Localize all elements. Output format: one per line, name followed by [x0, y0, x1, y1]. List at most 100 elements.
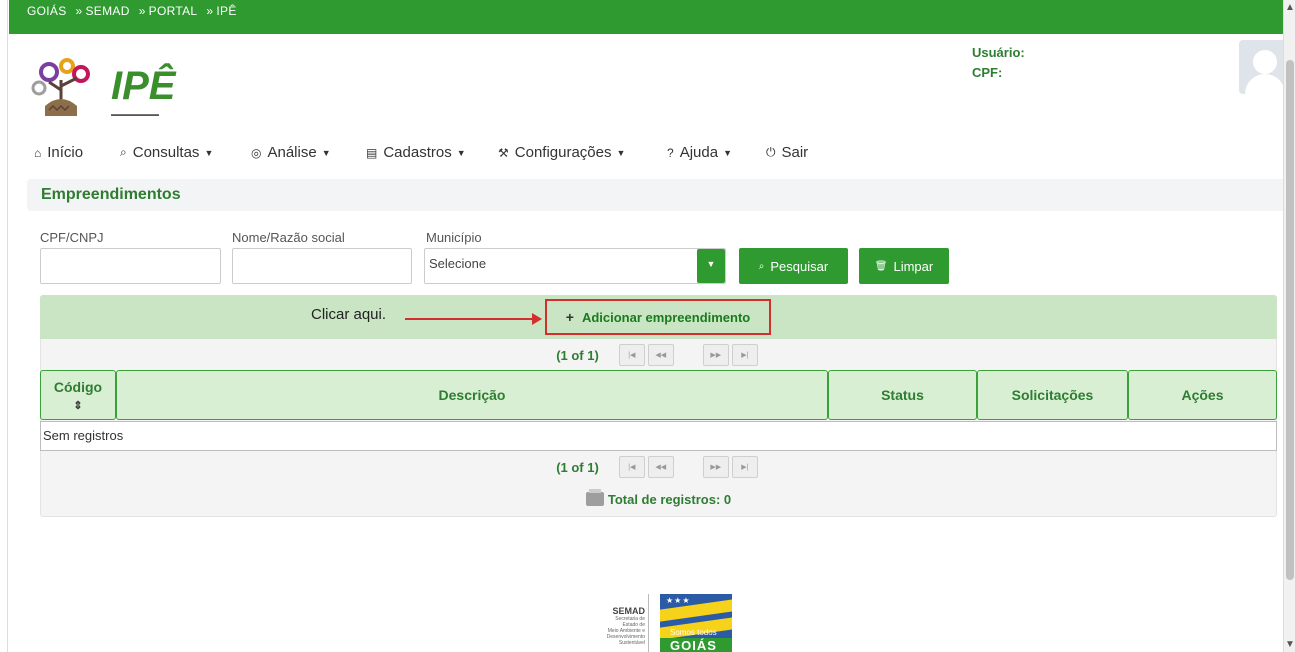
nav-item-configuracoes[interactable]: ⚒ Configurações ▼ — [498, 144, 625, 161]
column-header-label: Código — [53, 378, 103, 395]
column-header-label: Solicitações — [1011, 387, 1094, 403]
csv-export-icon[interactable] — [585, 489, 604, 506]
last-page-icon[interactable]: ▶| — [731, 344, 758, 366]
page-frame: GOIÁS» SEMAD» PORTAL» IPÊ IPÊ ▬▬▬▬▬▬▬▬ Usuá… — [0, 0, 1295, 652]
annotation-arrow-head — [532, 313, 542, 325]
main-nav: ⌂ Início ⌕ Consultas ▼ ◎ Análise ▼ ▤ Cad… — [9, 134, 1283, 174]
semad-subtitle-line: Sustentável — [618, 640, 645, 646]
goias-name: GOIÁS — [670, 638, 717, 652]
nav-label: Início — [47, 144, 84, 161]
total-records: Total de registros: 0 — [40, 484, 1277, 514]
plus-icon: + — [565, 309, 574, 325]
first-page-icon[interactable]: |◀ — [618, 344, 645, 366]
goias-logo: ★★★ Somos todos GOIÁS — [660, 594, 732, 652]
table-row-empty: Sem registros — [40, 421, 1277, 451]
nav-item-consultas[interactable]: ⌕ Consultas ▼ — [120, 144, 213, 161]
semad-logo: SEMAD Secretaria de Estado de Meio Ambie… — [575, 606, 645, 646]
vertical-scrollbar[interactable]: ▲ ▼ — [1283, 0, 1295, 652]
nome-label: Nome/Razão social — [232, 230, 345, 245]
scroll-down-icon[interactable]: ▼ — [1285, 639, 1295, 650]
column-header-label: Ações — [1181, 387, 1224, 403]
caret-down-icon: ▼ — [723, 147, 732, 158]
goias-slogan: Somos todos — [670, 628, 717, 637]
column-header-codigo[interactable]: Código ⇕ — [40, 370, 116, 420]
breadcrumb-separator: » — [138, 4, 146, 18]
pesquisar-button[interactable]: ⌕ Pesquisar — [739, 248, 848, 284]
cpf-label: CPF: — [972, 65, 1003, 80]
first-page-icon[interactable]: |◀ — [618, 456, 645, 478]
scrollbar-thumb[interactable] — [1286, 60, 1294, 580]
limpar-button[interactable]: 🗑 Limpar — [859, 248, 949, 284]
chevron-down-icon[interactable]: ▼ — [697, 249, 725, 283]
logo-subtitle: ▬▬▬▬▬▬▬▬ — [111, 112, 159, 118]
nav-item-inicio[interactable]: ⌂ Início — [34, 144, 83, 161]
nav-item-analise[interactable]: ◎ Análise ▼ — [251, 144, 331, 161]
cpf-cnpj-label: CPF/CNPJ — [40, 230, 104, 245]
column-header-label: Status — [881, 387, 924, 403]
paginator-bottom: (1 of 1) |◀ ◀◀ ▶▶ ▶| — [40, 452, 1277, 482]
nav-label: Consultas — [132, 144, 200, 161]
nav-item-sair[interactable]: ⏻ Sair — [766, 144, 808, 161]
window-edge — [0, 0, 8, 652]
paginator-top: (1 of 1) |◀ ◀◀ ▶▶ ▶| — [40, 340, 1277, 370]
caret-down-icon: ▼ — [456, 147, 466, 158]
column-header-solicitacoes: Solicitações — [977, 370, 1128, 420]
trash-icon: 🗑 — [874, 260, 888, 272]
footer-divider — [648, 594, 649, 652]
page-count: (1 of 1) — [556, 347, 599, 363]
caret-down-icon: ▼ — [321, 147, 331, 158]
prev-page-icon[interactable]: ◀◀ — [647, 456, 674, 478]
database-icon: ▤ — [366, 145, 378, 160]
breadcrumb-item-goias[interactable]: GOIÁS — [27, 4, 67, 18]
page-title-bar: Empreendimentos — [27, 179, 1285, 211]
limpar-label: Limpar — [893, 258, 934, 274]
user-info: Usuário: CPF: — [972, 43, 1025, 83]
question-icon: ? — [667, 145, 674, 160]
breadcrumb-item-semad[interactable]: SEMAD — [86, 4, 130, 18]
breadcrumb-item-ipe[interactable]: IPÊ — [216, 4, 236, 18]
home-icon: ⌂ — [34, 145, 42, 160]
last-page-icon[interactable]: ▶| — [731, 456, 758, 478]
annotation-text: Clicar aqui. — [311, 306, 387, 323]
municipio-select[interactable]: Selecione ▼ — [424, 248, 726, 284]
nav-item-cadastros[interactable]: ▤ Cadastros ▼ — [366, 144, 466, 161]
power-icon: ⏻ — [766, 145, 776, 159]
prev-page-icon[interactable]: ◀◀ — [647, 344, 674, 366]
column-header-status: Status — [828, 370, 977, 420]
nav-label: Análise — [267, 144, 317, 161]
next-page-icon[interactable]: ▶▶ — [702, 344, 729, 366]
page-count: (1 of 1) — [556, 459, 599, 475]
user-label: Usuário: — [972, 45, 1025, 60]
nav-label: Cadastros — [383, 144, 452, 161]
search-icon: ⌕ — [758, 260, 765, 272]
annotation-arrow — [405, 318, 535, 320]
breadcrumb-separator: » — [206, 4, 214, 18]
municipio-label: Município — [426, 230, 482, 245]
cpf-cnpj-input[interactable] — [40, 248, 221, 284]
pesquisar-label: Pesquisar — [770, 258, 829, 274]
next-page-icon[interactable]: ▶▶ — [702, 456, 729, 478]
add-empreendimento-button[interactable]: + Adicionar empreendimento — [545, 299, 771, 335]
breadcrumb-separator: » — [75, 4, 83, 18]
wrench-icon: ⚒ — [498, 145, 509, 160]
ipe-logo[interactable]: IPÊ ▬▬▬▬▬▬▬▬ — [31, 50, 181, 130]
sort-icon[interactable]: ⇕ — [73, 399, 82, 412]
nome-razao-social-input[interactable] — [232, 248, 412, 284]
breadcrumb: GOIÁS» SEMAD» PORTAL» IPÊ — [27, 4, 240, 18]
column-header-label: Descrição — [438, 387, 506, 403]
caret-down-icon: ▼ — [616, 147, 626, 158]
ipe-tree-icon — [31, 58, 90, 116]
column-header-acoes: Ações — [1128, 370, 1277, 420]
scroll-up-icon[interactable]: ▲ — [1285, 2, 1295, 13]
search-icon: ⌕ — [120, 145, 127, 159]
chart-icon: ◎ — [251, 145, 262, 160]
logo-wordmark: IPÊ — [111, 64, 176, 108]
column-header-descricao: Descrição — [116, 370, 828, 420]
add-empreendimento-label: Adicionar empreendimento — [581, 309, 751, 325]
nav-item-ajuda[interactable]: ? Ajuda ▼ — [667, 144, 732, 161]
nav-label: Sair — [781, 144, 809, 161]
semad-title: SEMAD — [612, 606, 645, 616]
page-title: Empreendimentos — [41, 186, 181, 203]
breadcrumb-item-portal[interactable]: PORTAL — [149, 4, 198, 18]
municipio-selected-value: Selecione — [429, 256, 487, 271]
